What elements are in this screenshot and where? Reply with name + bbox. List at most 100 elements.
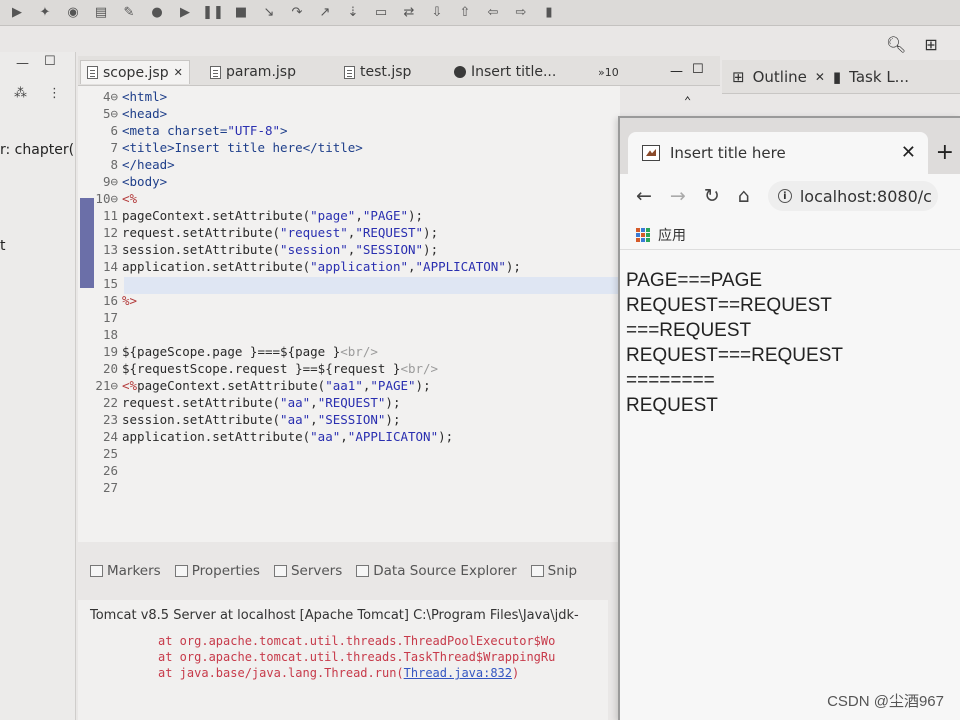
- code-line[interactable]: 8 </head>: [78, 156, 174, 173]
- close-tab-icon[interactable]: ✕: [901, 142, 916, 163]
- code-line[interactable]: 27: [78, 479, 122, 496]
- code-line[interactable]: 10⊖ <%: [78, 190, 137, 207]
- forward-nav-icon[interactable]: ⇨: [512, 5, 530, 21]
- console-view[interactable]: Tomcat v8.5 Server at localhost [Apache …: [78, 600, 608, 720]
- data-source-icon: [356, 565, 370, 577]
- tab-insert-title[interactable]: Insert title...: [454, 60, 556, 84]
- reload-icon[interactable]: ↻: [704, 185, 720, 207]
- stop-icon[interactable]: ■: [232, 5, 250, 21]
- code-line[interactable]: 16 %>: [78, 292, 137, 309]
- pencil-icon[interactable]: ✎: [120, 5, 138, 21]
- bookmarks-bar: 应用: [620, 220, 960, 250]
- code-line[interactable]: 18: [78, 326, 122, 343]
- tab-properties[interactable]: Properties: [174, 563, 260, 579]
- terminal-icon[interactable]: ▭: [372, 5, 390, 21]
- code-line[interactable]: 24 application.setAttribute("aa","APPLICA…: [78, 428, 453, 445]
- tab-data-source-explorer[interactable]: Data Source Explorer: [356, 563, 517, 579]
- browser-toolbar: ← → ↻ ⌂ i localhost:8080/c: [620, 176, 960, 216]
- code-line[interactable]: 4⊖ <html>: [78, 88, 167, 105]
- tab-param-jsp[interactable]: param.jsp: [210, 60, 296, 84]
- new-tab-button[interactable]: +: [936, 140, 954, 165]
- step-over-icon[interactable]: ↷: [288, 5, 306, 21]
- markers-icon: [90, 565, 103, 577]
- tab-servers[interactable]: Servers: [273, 563, 342, 579]
- line-number: 5⊖: [102, 106, 118, 121]
- code-line[interactable]: 9⊖ <body>: [78, 173, 167, 190]
- forward-arrow-icon[interactable]: →: [670, 185, 686, 207]
- close-icon[interactable]: ✕: [815, 70, 825, 84]
- code-line[interactable]: 20 ${requestScope.request }==${request }<…: [78, 360, 438, 377]
- tab-test-jsp[interactable]: test.jsp: [344, 60, 411, 84]
- perspective-bar: 🔍︎ ⊞: [860, 30, 960, 58]
- pin-icon[interactable]: ▮: [540, 5, 558, 21]
- line-number: 8: [110, 157, 118, 172]
- code-text: pageContext.setAttribute("page","PAGE");: [122, 208, 424, 223]
- code-line[interactable]: 11 pageContext.setAttribute("page","PAGE"…: [78, 207, 423, 224]
- code-line[interactable]: 19 ${pageScope.page }===${page }<br/>: [78, 343, 378, 360]
- stack-trace-link[interactable]: Thread.java:832: [404, 666, 512, 680]
- info-icon[interactable]: i: [777, 189, 792, 203]
- link-icon[interactable]: ⋮: [48, 86, 61, 101]
- minimize-icon[interactable]: —: [670, 64, 683, 79]
- tab-overflow-list[interactable]: »10: [598, 60, 619, 84]
- code-line[interactable]: 26: [78, 462, 122, 479]
- run-icon[interactable]: ▶: [8, 5, 26, 21]
- close-icon[interactable]: ✕: [174, 66, 183, 79]
- drop-frame-icon[interactable]: ⇣: [344, 5, 362, 21]
- code-editor[interactable]: ⌃ 4⊖ <html> 5⊖ <head> 6 <meta charset="UTF-8"…: [78, 86, 698, 542]
- folder-icon[interactable]: ▤: [92, 5, 110, 21]
- view-menu-icon[interactable]: ⁂: [14, 86, 27, 101]
- code-text: ${requestScope.request }==${request }<br…: [122, 361, 439, 376]
- line-number: 22: [102, 395, 118, 410]
- line-number: 21⊖: [95, 378, 118, 393]
- home-icon[interactable]: ⌂: [738, 185, 750, 207]
- code-line[interactable]: 23 session.setAttribute("aa","SESSION");: [78, 411, 401, 428]
- toggle-icon[interactable]: ⇄: [400, 5, 418, 21]
- address-bar[interactable]: i localhost:8080/c: [767, 181, 938, 211]
- minimize-icon[interactable]: —: [16, 56, 29, 71]
- left-view-panel: — ☐ ⁂ ⋮ r: chapter( t: [0, 52, 76, 720]
- code-line[interactable]: 12 request.setAttribute("request","REQUES…: [78, 224, 438, 241]
- search-icon[interactable]: 🔍︎: [886, 35, 906, 54]
- open-perspective-icon[interactable]: ⊞: [924, 35, 937, 54]
- resume-icon[interactable]: ▶: [176, 5, 194, 21]
- tab-label: test.jsp: [360, 64, 412, 80]
- pause-icon[interactable]: ❚❚: [202, 5, 224, 21]
- step-return-icon[interactable]: ↗: [316, 5, 334, 21]
- code-line[interactable]: 25: [78, 445, 122, 462]
- line-number: 17: [102, 310, 118, 325]
- code-line[interactable]: 6 <meta charset="UTF-8">: [78, 122, 287, 139]
- tab-snippets[interactable]: Snip: [530, 563, 577, 579]
- tab-outline[interactable]: Outline: [753, 68, 807, 86]
- code-line[interactable]: 5⊖ <head>: [78, 105, 167, 122]
- code-line[interactable]: 17: [78, 309, 122, 326]
- code-line[interactable]: 22 request.setAttribute("aa","REQUEST");: [78, 394, 401, 411]
- browser-tab[interactable]: Insert title here: [628, 132, 928, 174]
- bookmark-apps[interactable]: 应用: [658, 225, 686, 245]
- line-number: 4⊖: [102, 89, 118, 104]
- code-line[interactable]: 7 <title>Insert title here</title>: [78, 139, 362, 156]
- line-number: 9⊖: [102, 174, 118, 189]
- code-line[interactable]: 15: [78, 275, 122, 292]
- stack-trace-text: at org.apache.tomcat.util.threads.Thread…: [158, 634, 556, 648]
- code-line[interactable]: 13 session.setAttribute("session","SESSIO…: [78, 241, 438, 258]
- scroll-up-icon[interactable]: ⌃: [684, 94, 691, 108]
- prev-annotation-icon[interactable]: ⇧: [456, 5, 474, 21]
- project-tree-item[interactable]: r: chapter(: [0, 142, 74, 158]
- code-line[interactable]: 14 application.setAttribute("application"…: [78, 258, 521, 275]
- server-icon[interactable]: ◉: [64, 5, 82, 21]
- step-into-icon[interactable]: ↘: [260, 5, 278, 21]
- tab-markers[interactable]: Markers: [90, 563, 161, 579]
- back-arrow-icon[interactable]: ←: [636, 185, 652, 207]
- tab-task-list[interactable]: Task L...: [849, 68, 909, 86]
- maximize-icon[interactable]: ☐: [44, 54, 56, 69]
- next-annotation-icon[interactable]: ⇩: [428, 5, 446, 21]
- globe-icon[interactable]: ●: [148, 5, 166, 21]
- back-nav-icon[interactable]: ⇦: [484, 5, 502, 21]
- code-line[interactable]: 21⊖ <%pageContext.setAttribute("aa1","PAG…: [78, 377, 430, 394]
- maximize-icon[interactable]: ☐: [692, 62, 704, 77]
- tab-scope-jsp[interactable]: scope.jsp ✕: [80, 60, 190, 84]
- debug-icon[interactable]: ✦: [36, 5, 54, 21]
- apps-icon[interactable]: [636, 227, 650, 242]
- line-number: 19: [102, 344, 118, 359]
